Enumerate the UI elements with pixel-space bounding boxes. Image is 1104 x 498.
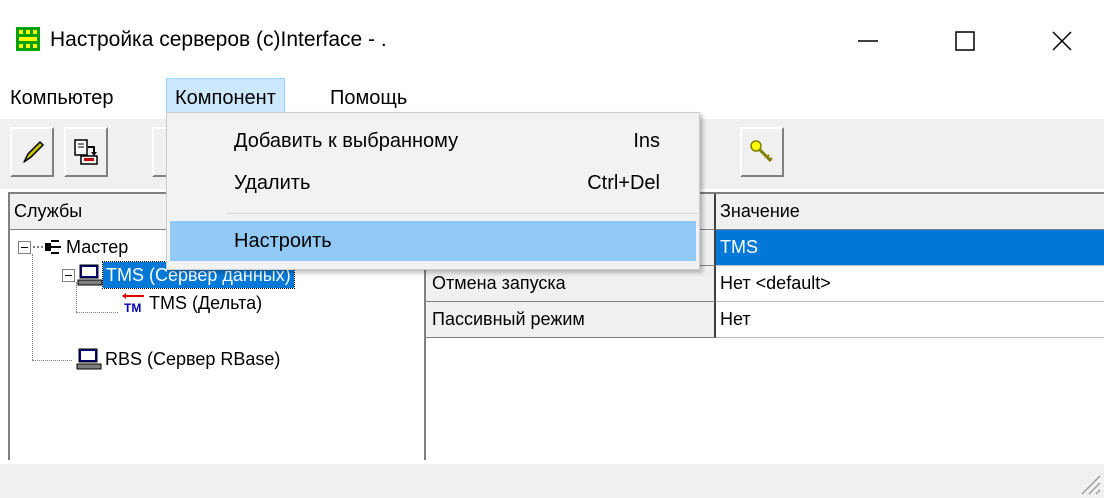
tree-connector (32, 360, 72, 361)
tree-connector (76, 312, 118, 313)
maximize-button[interactable] (935, 18, 995, 64)
menu-item-shortcut: Ins (633, 130, 660, 152)
status-bar (0, 462, 1104, 498)
computer-icon (77, 264, 103, 286)
tree-node-label: RBS (Сервер RBase) (105, 349, 281, 369)
copy-button[interactable] (64, 127, 108, 177)
grid-header-value[interactable]: Значение (716, 194, 1104, 230)
menu-item-add-to-selected[interactable]: Добавить к выбранному Ins (170, 121, 696, 161)
tree-node-label: TMS (Дельта) (149, 293, 263, 313)
pencil-icon (22, 140, 45, 164)
copy-icon (74, 139, 98, 165)
key-icon (750, 140, 773, 163)
minimize-button[interactable] (838, 18, 898, 64)
grid-cell-value[interactable]: Нет <default> (716, 266, 1104, 302)
component-menu-dropdown: Добавить к выбранному Ins Удалить Ctrl+D… (166, 112, 700, 270)
grid-row[interactable]: Пассивный режим Нет (426, 302, 1104, 338)
key-button[interactable] (740, 127, 784, 177)
grid-cell-name: Отмена запуска (426, 266, 716, 302)
grid-row[interactable]: Отмена запуска Нет <default> (426, 266, 1104, 302)
tree-node-tms-delta[interactable]: TM TMS (Дельта) (120, 290, 265, 316)
menu-separator (227, 213, 697, 214)
grid-cell-value[interactable]: Нет (716, 302, 1104, 338)
main-window: Настройка серверов (c)Interface - . Комп… (0, 0, 1104, 498)
menu-item-label: Настроить (234, 230, 332, 252)
tree-node-master[interactable]: Мастер (18, 234, 131, 260)
menu-item-configure[interactable]: Настроить (170, 221, 696, 261)
resize-grip-icon[interactable] (1076, 470, 1102, 496)
collapse-icon[interactable] (62, 268, 75, 282)
close-button[interactable] (1032, 18, 1092, 64)
svg-text:TM: TM (124, 301, 141, 314)
menu-item-label: Удалить (234, 172, 311, 194)
menu-item-shortcut: Ctrl+Del (587, 172, 660, 194)
tree-connector (32, 254, 33, 360)
network-icon (33, 240, 61, 254)
close-icon (1052, 31, 1072, 51)
app-grid-icon (16, 27, 40, 51)
tree-node-rbs-server[interactable]: RBS (Сервер RBase) (76, 346, 283, 372)
tm-icon: TM (122, 293, 144, 314)
menu-item-delete[interactable]: Удалить Ctrl+Del (170, 163, 696, 203)
title-bar[interactable]: Настройка серверов (c)Interface - . (0, 0, 1104, 78)
maximize-icon (955, 31, 975, 51)
grid-cell-name: Пассивный режим (426, 302, 716, 338)
computer-icon (76, 348, 102, 370)
minimize-icon (858, 40, 878, 42)
collapse-icon[interactable] (18, 240, 31, 254)
grid-cell-value[interactable]: TMS (716, 230, 1104, 266)
menu-item-label: Добавить к выбранному (234, 130, 459, 152)
window-title: Настройка серверов (c)Interface - . (50, 28, 387, 51)
menu-computer[interactable]: Компьютер (2, 78, 122, 118)
edit-button[interactable] (10, 127, 54, 177)
tree-node-label: Мастер (66, 237, 129, 257)
